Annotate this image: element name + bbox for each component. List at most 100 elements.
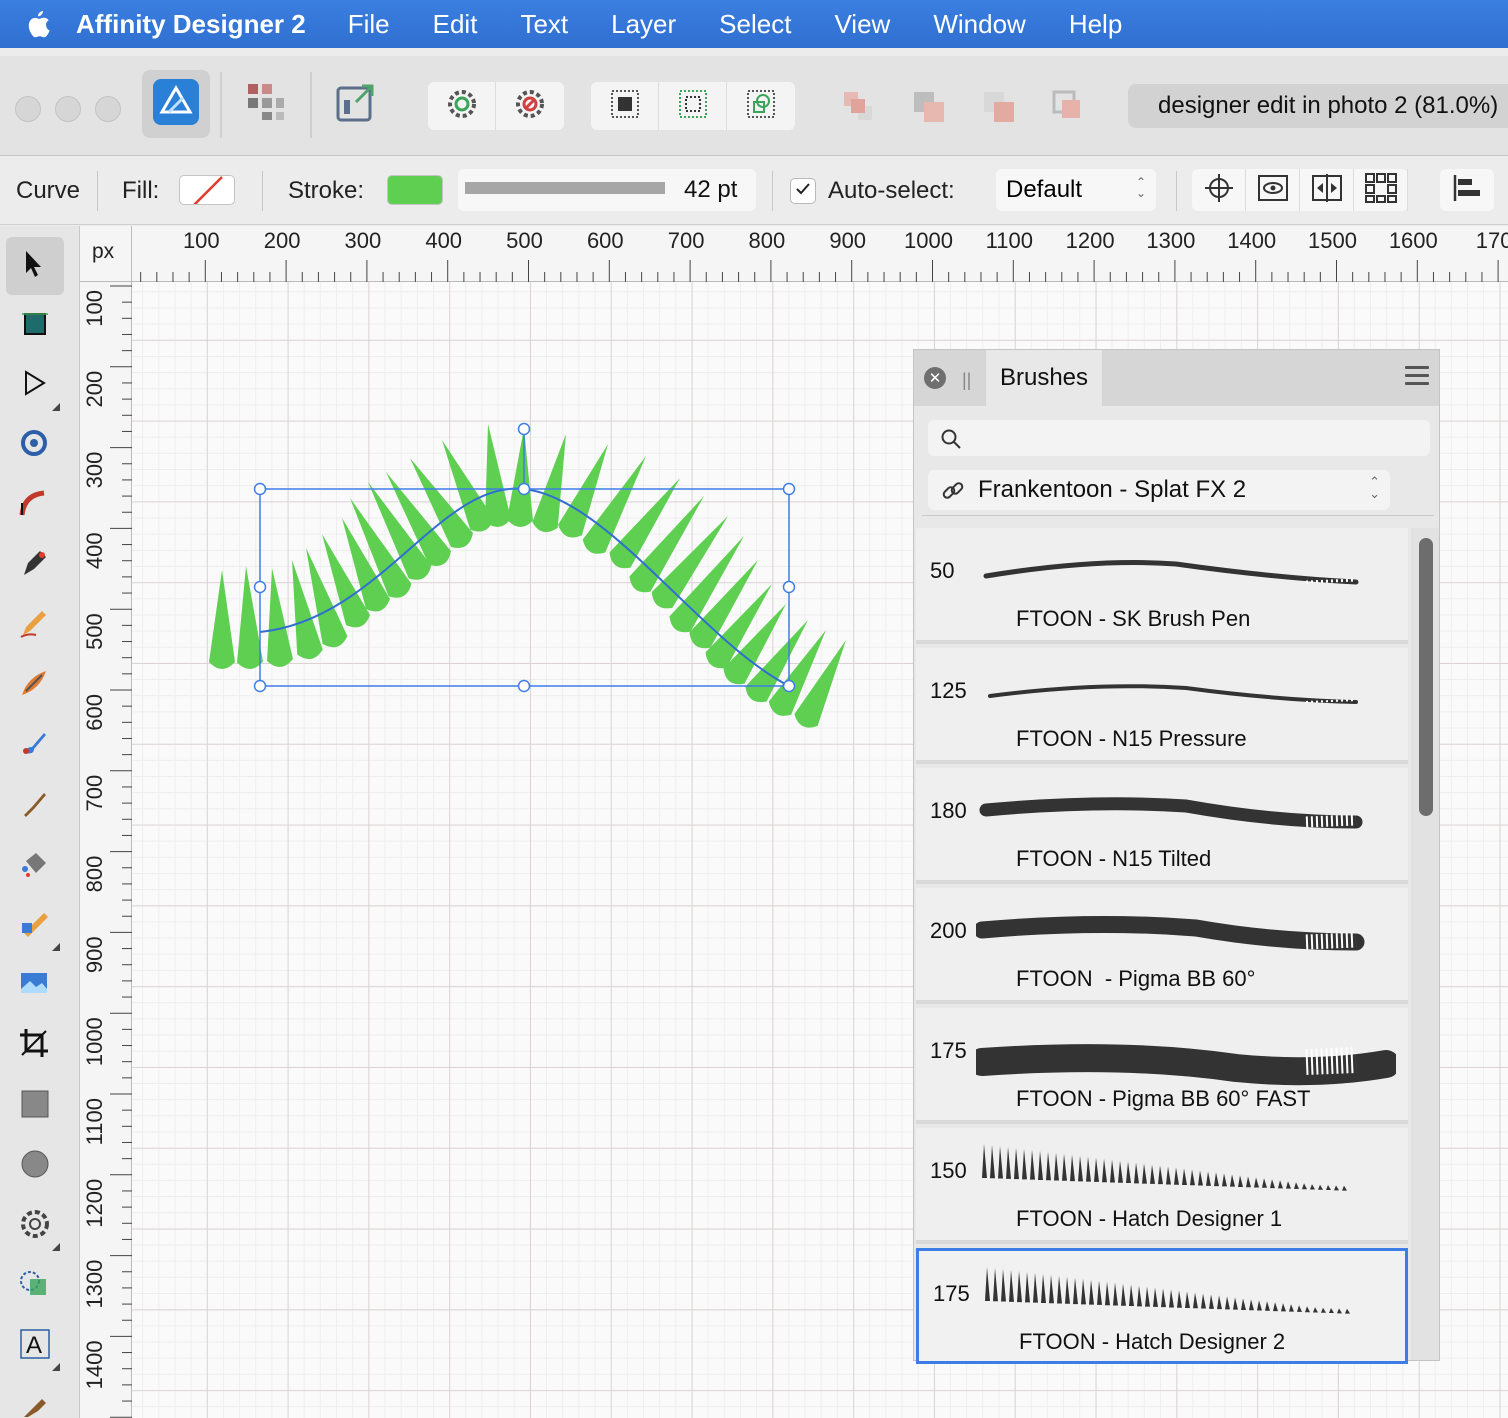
- snapping-button[interactable]: [428, 82, 496, 130]
- rectangle-tool-icon: [18, 1087, 52, 1126]
- artboard-tool-button[interactable]: [6, 297, 64, 355]
- stroke-width-value[interactable]: 42 pt: [684, 176, 737, 204]
- panel-grip-icon[interactable]: ||: [962, 370, 971, 391]
- brush-search-input[interactable]: [928, 420, 1430, 456]
- insert-behind-button[interactable]: [591, 82, 659, 130]
- grid-dots-icon: [609, 88, 641, 125]
- window-minimize-button[interactable]: [55, 96, 81, 122]
- ruler-top-label: 1000: [904, 228, 953, 253]
- brush-list-item[interactable]: 200 FTOON - Pigma BB 60°: [916, 888, 1408, 1004]
- menu-text[interactable]: Text: [520, 9, 568, 40]
- brush-category-select[interactable]: Frankentoon - Splat FX 2 ⌃ ⌄: [928, 470, 1390, 510]
- fill-swatch[interactable]: [179, 175, 235, 205]
- menu-view[interactable]: View: [834, 9, 890, 40]
- vector-crop-tool-button[interactable]: [6, 1017, 64, 1075]
- stepper-icon: ⌃ ⌄: [1369, 474, 1380, 501]
- stroke-width-slider[interactable]: 42 pt: [458, 169, 756, 211]
- brush-stroke-segment: [532, 434, 566, 533]
- ruler-left-label: 1000: [82, 1017, 107, 1066]
- paint-brush-tool-button[interactable]: [6, 717, 64, 775]
- brushes-panel: ✕ || Brushes Frankentoon - Splat FX 2 ⌃ ⌄…: [913, 349, 1440, 1364]
- pen-tool-button[interactable]: [6, 537, 64, 595]
- pixel-persona-button[interactable]: [234, 70, 298, 138]
- flip-horizontal-button[interactable]: [1300, 169, 1354, 211]
- arrange-forward-icon[interactable]: [982, 90, 1016, 129]
- panel-menu-icon[interactable]: [1405, 366, 1429, 390]
- menu-edit[interactable]: Edit: [433, 9, 478, 40]
- ruler-top-label: 400: [425, 228, 462, 253]
- contour-tool-button[interactable]: [6, 477, 64, 535]
- show-selection-box-button[interactable]: [1246, 169, 1300, 211]
- menu-help[interactable]: Help: [1069, 9, 1122, 40]
- brushes-tab[interactable]: Brushes: [986, 350, 1102, 406]
- move-tool-button[interactable]: [6, 237, 64, 295]
- ellipse-tool-icon: [18, 1147, 52, 1186]
- context-divider: [772, 171, 773, 211]
- stroke-swatch[interactable]: [387, 175, 443, 205]
- node-tool-button[interactable]: [6, 357, 64, 415]
- submenu-indicator-icon: [52, 1243, 60, 1251]
- brush-list-scrollbar[interactable]: [1411, 528, 1439, 1360]
- arrange-backward-icon[interactable]: [912, 90, 946, 129]
- brush-stroke-preview-icon: [976, 538, 1396, 613]
- brush-list-item[interactable]: 150 FTOON - Hatch Designer 1: [916, 1128, 1408, 1244]
- vector-brush-tool-button[interactable]: [6, 657, 64, 715]
- document-title-tab[interactable]: designer edit in photo 2 (81.0%): [1128, 84, 1508, 128]
- ruler-left-label: 1300: [82, 1260, 107, 1309]
- distribute-grid-button[interactable]: [1354, 169, 1408, 211]
- grid-green-icon: [677, 88, 709, 125]
- menu-window[interactable]: Window: [933, 9, 1025, 40]
- vector-brush-tool-icon: [18, 667, 52, 706]
- submenu-indicator-icon: [52, 1363, 60, 1371]
- window-zoom-button[interactable]: [95, 96, 121, 122]
- menu-file[interactable]: File: [348, 9, 390, 40]
- designer-persona-button[interactable]: [142, 70, 210, 138]
- app-name-menu[interactable]: Affinity Designer 2: [76, 9, 306, 40]
- transform-origin-button[interactable]: [1192, 169, 1246, 211]
- ruler-top-label: 1600: [1389, 228, 1438, 253]
- menu-layer[interactable]: Layer: [611, 9, 676, 40]
- shape-builder-tool-button[interactable]: [6, 1257, 64, 1315]
- pencil-tool-button[interactable]: [6, 597, 64, 655]
- brush-stroke-preview-icon: [968, 1018, 1400, 1093]
- autoselect-checkbox[interactable]: [790, 178, 816, 204]
- panel-close-icon[interactable]: ✕: [924, 367, 946, 389]
- apple-icon[interactable]: [0, 9, 76, 39]
- snapping-options-button[interactable]: [496, 82, 564, 130]
- scrollbar-thumb[interactable]: [1419, 538, 1433, 816]
- insert-group: [591, 82, 795, 130]
- brush-list-item[interactable]: 175 FTOON - Hatch Designer 2: [916, 1248, 1408, 1364]
- menu-select[interactable]: Select: [719, 9, 791, 40]
- autoselect-mode-select[interactable]: Default ⌃ ⌄: [996, 169, 1156, 211]
- brush-list-item[interactable]: 125 FTOON - N15 Pressure: [916, 648, 1408, 764]
- brush-list-item[interactable]: 175 FTOON - Pigma BB 60° FAST: [916, 1008, 1408, 1124]
- corner-tool-button[interactable]: [6, 417, 64, 475]
- insert-top-button[interactable]: [659, 82, 727, 130]
- artistic-text-tool-button[interactable]: A: [6, 1317, 64, 1375]
- stroke-label: Stroke:: [288, 177, 365, 204]
- brush-category-value: Frankentoon - Splat FX 2: [978, 476, 1247, 503]
- pixel-brush-tool-button[interactable]: [6, 777, 64, 835]
- brush-list-item[interactable]: 180 FTOON - N15 Tilted: [916, 768, 1408, 884]
- link-icon: [940, 478, 966, 511]
- brush-size: 150: [930, 1158, 967, 1183]
- ellipse-tool-button[interactable]: [6, 1137, 64, 1195]
- ruler-unit-label: px: [92, 240, 115, 263]
- color-picker-tool-button[interactable]: [6, 1377, 64, 1418]
- brush-list: 50 FTOON - SK Brush Pen 125 FTOON - N15 Pre…: [914, 528, 1409, 1364]
- transparency-tool-button[interactable]: [6, 897, 64, 955]
- rectangle-tool-button[interactable]: [6, 1077, 64, 1135]
- arrange-back-icon[interactable]: [842, 90, 876, 129]
- insert-inside-button[interactable]: [727, 82, 795, 130]
- align-left-button[interactable]: [1440, 169, 1494, 211]
- export-persona-button[interactable]: [324, 70, 388, 138]
- ruler-top-label: 1300: [1146, 228, 1195, 253]
- brush-list-item[interactable]: 50 FTOON - SK Brush Pen: [916, 528, 1408, 644]
- arrange-front-icon[interactable]: [1052, 90, 1086, 129]
- ruler-top-label: 500: [506, 228, 543, 253]
- fill-tool-button[interactable]: [6, 837, 64, 895]
- window-close-button[interactable]: [15, 96, 41, 122]
- brush-name: FTOON - Pigma BB 60° FAST: [1016, 1086, 1311, 1111]
- shapes-tool-button[interactable]: [6, 1197, 64, 1255]
- place-image-tool-button[interactable]: [6, 957, 64, 1015]
